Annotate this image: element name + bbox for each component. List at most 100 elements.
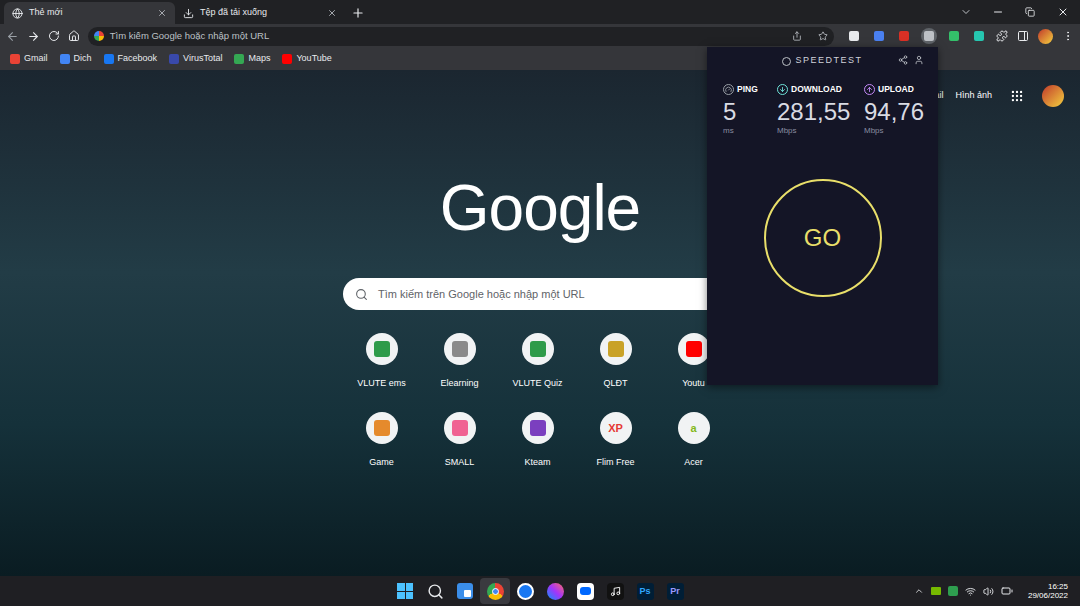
shortcut[interactable]: QLĐT bbox=[577, 333, 655, 412]
search-icon bbox=[427, 583, 444, 600]
shortcut-icon bbox=[530, 341, 546, 357]
new-tab-icon[interactable] bbox=[351, 6, 365, 20]
wifi-icon[interactable] bbox=[965, 586, 976, 597]
minimize-icon[interactable] bbox=[992, 6, 1004, 18]
clock[interactable]: 16:2529/06/2022 bbox=[1028, 582, 1068, 600]
close-tab-icon[interactable] bbox=[327, 8, 337, 18]
bookmark-star-icon[interactable] bbox=[818, 31, 828, 41]
app-icon: Pr bbox=[667, 583, 684, 600]
taskbar-app[interactable]: Pr bbox=[660, 578, 690, 604]
shortcut-icon bbox=[374, 420, 390, 436]
shortcut[interactable]: aAcer bbox=[655, 412, 733, 491]
close-window-icon[interactable] bbox=[1057, 6, 1069, 18]
metrics: PING5msDOWNLOAD281,55MbpsUPLOAD94,76Mbps bbox=[707, 83, 938, 137]
shortcut-icon bbox=[686, 341, 702, 357]
go-button[interactable]: GO bbox=[764, 179, 882, 297]
widgets-icon bbox=[457, 583, 473, 599]
google-icon bbox=[94, 31, 104, 41]
taskbar-app[interactable] bbox=[420, 578, 450, 604]
download-icon bbox=[777, 84, 788, 95]
extension-button[interactable] bbox=[921, 28, 937, 44]
page-icon bbox=[12, 8, 23, 19]
taskbar-app[interactable] bbox=[450, 578, 480, 604]
taskbar-app[interactable] bbox=[510, 578, 540, 604]
extension-icon bbox=[849, 31, 859, 41]
tray-app-icon bbox=[948, 586, 958, 596]
apps-icon[interactable] bbox=[1010, 89, 1024, 103]
shortcut[interactable]: Elearning bbox=[421, 333, 499, 412]
tab-search-icon[interactable] bbox=[960, 6, 972, 18]
shortcut[interactable]: Game bbox=[343, 412, 421, 491]
extension-button[interactable] bbox=[846, 28, 862, 44]
menu-icon[interactable] bbox=[1062, 30, 1074, 42]
bookmark[interactable]: Maps bbox=[234, 52, 270, 66]
shortcut[interactable]: VLUTE ems bbox=[343, 333, 421, 412]
tiktok-icon bbox=[607, 583, 624, 600]
share-icon[interactable] bbox=[792, 31, 802, 41]
extension-button[interactable] bbox=[871, 28, 887, 44]
side-panel-icon[interactable] bbox=[1017, 30, 1029, 42]
shortcut[interactable]: XPFlim Free bbox=[577, 412, 655, 491]
metric: UPLOAD94,76Mbps bbox=[864, 83, 938, 137]
shortcut-icon bbox=[452, 341, 468, 357]
shortcut[interactable]: SMALL bbox=[421, 412, 499, 491]
account-avatar[interactable] bbox=[1042, 85, 1064, 107]
upload-icon bbox=[864, 84, 875, 95]
forward-icon[interactable] bbox=[27, 30, 40, 43]
speedtest-popup: SPEEDTESTPING5msDOWNLOAD281,55MbpsUPLOAD… bbox=[707, 47, 938, 385]
tab[interactable]: Tệp đã tải xuống bbox=[175, 2, 345, 24]
search-box[interactable]: Tìm kiếm trên Google hoặc nhập một URL bbox=[343, 278, 737, 310]
download-icon bbox=[183, 8, 194, 19]
bookmark-icon bbox=[282, 54, 292, 64]
tray-overflow-icon[interactable] bbox=[914, 586, 924, 596]
volume-icon[interactable] bbox=[983, 586, 994, 597]
user-icon[interactable] bbox=[914, 55, 924, 65]
taskbar-app[interactable] bbox=[480, 578, 510, 604]
shortcut-icon bbox=[530, 420, 546, 436]
share-icon[interactable] bbox=[898, 55, 908, 65]
extension-icon bbox=[924, 31, 934, 41]
shortcut[interactable]: VLUTE Quiz bbox=[499, 333, 577, 412]
battery-icon[interactable] bbox=[1001, 585, 1013, 597]
bookmark-icon bbox=[10, 54, 20, 64]
shortcut[interactable]: Kteam bbox=[499, 412, 577, 491]
messenger-icon bbox=[547, 583, 564, 600]
tab-bar: Thẻ mớiTệp đã tải xuống bbox=[0, 0, 1080, 24]
bookmark[interactable]: Facebook bbox=[104, 52, 158, 66]
address-bar[interactable]: Tìm kiếm Google hoặc nhập một URL bbox=[88, 27, 834, 46]
metric: PING5ms bbox=[723, 83, 777, 137]
home-icon[interactable] bbox=[68, 30, 80, 42]
search-icon bbox=[355, 288, 368, 301]
extension-button[interactable] bbox=[896, 28, 912, 44]
restore-icon[interactable] bbox=[1025, 7, 1035, 17]
back-icon[interactable] bbox=[6, 30, 19, 43]
shortcut-glyph: a bbox=[690, 423, 696, 434]
zalo-icon bbox=[577, 583, 594, 600]
profile-avatar[interactable] bbox=[1038, 29, 1053, 44]
nvidia-icon bbox=[931, 587, 941, 595]
extensions-icon[interactable] bbox=[996, 30, 1008, 42]
top-link[interactable]: Hình ảnh bbox=[955, 89, 992, 103]
extension-button[interactable] bbox=[946, 28, 962, 44]
taskbar-app[interactable] bbox=[600, 578, 630, 604]
shortcut-glyph: XP bbox=[608, 423, 623, 434]
extension-button[interactable] bbox=[971, 28, 987, 44]
app-icon: Ps bbox=[637, 583, 654, 600]
tab[interactable]: Thẻ mới bbox=[4, 2, 175, 24]
reload-icon[interactable] bbox=[48, 30, 60, 42]
taskbar-app[interactable] bbox=[390, 578, 420, 604]
extension-icon bbox=[974, 31, 984, 41]
chrome-icon bbox=[487, 583, 504, 600]
shortcut-icon bbox=[452, 420, 468, 436]
facebook-icon bbox=[517, 583, 534, 600]
taskbar-app[interactable] bbox=[570, 578, 600, 604]
taskbar-app[interactable] bbox=[540, 578, 570, 604]
bookmark[interactable]: VirusTotal bbox=[169, 52, 222, 66]
bookmark[interactable]: Dich bbox=[60, 52, 92, 66]
close-tab-icon[interactable] bbox=[157, 8, 167, 18]
bookmark-icon bbox=[104, 54, 114, 64]
extension-icon bbox=[899, 31, 909, 41]
taskbar-app[interactable]: Ps bbox=[630, 578, 660, 604]
bookmark[interactable]: YouTube bbox=[282, 52, 331, 66]
bookmark[interactable]: Gmail bbox=[10, 52, 48, 66]
